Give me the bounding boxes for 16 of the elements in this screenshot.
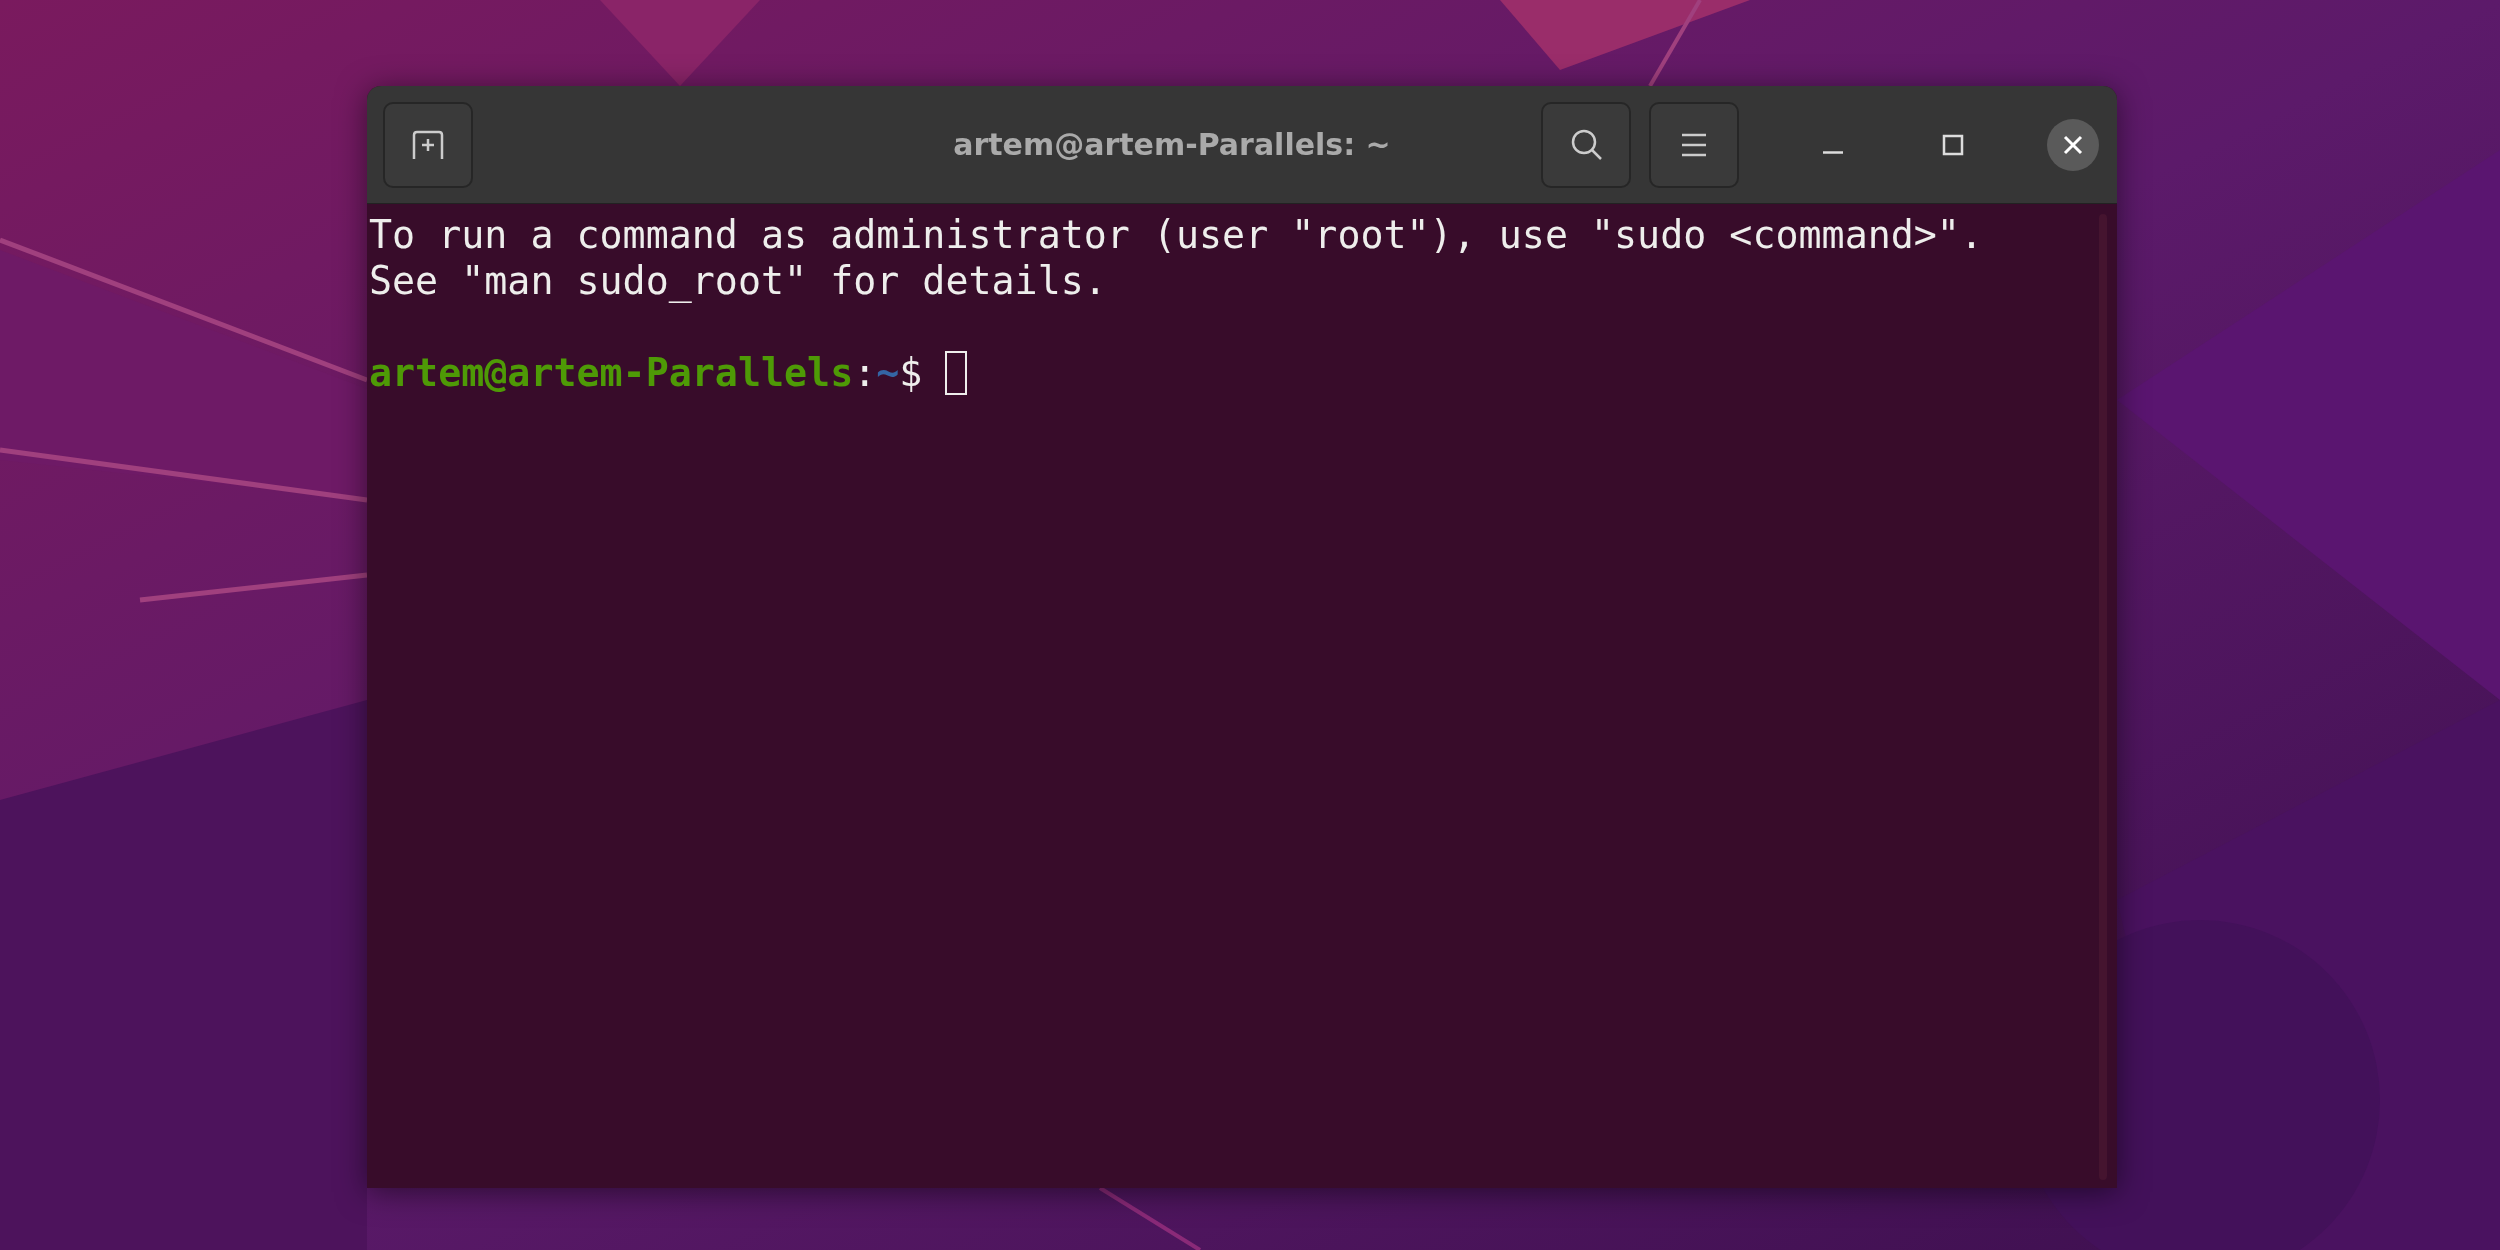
minimize-icon [1823,151,1843,154]
new-tab-button[interactable] [383,101,473,188]
terminal-output-line: To run a command as administrator (user "root"), use "sudo <command>". [369,212,1984,258]
maximize-icon [1942,133,1964,156]
close-button[interactable] [2047,118,2099,171]
prompt-user-host: artem@artem-Parallels [369,350,854,396]
close-icon [2062,133,2084,156]
menu-icon [1679,131,1709,158]
prompt-separator: : [853,350,877,396]
prompt-path: ~ [876,350,900,396]
prompt-symbol: $ [899,350,923,396]
search-button[interactable] [1541,101,1631,188]
terminal-output-line: See "man sudo_root" for details. [369,258,1108,304]
new-tab-icon [410,128,446,161]
window-title: artem@artem-Parallels: ~ [952,127,1392,162]
text-cursor [945,351,968,395]
